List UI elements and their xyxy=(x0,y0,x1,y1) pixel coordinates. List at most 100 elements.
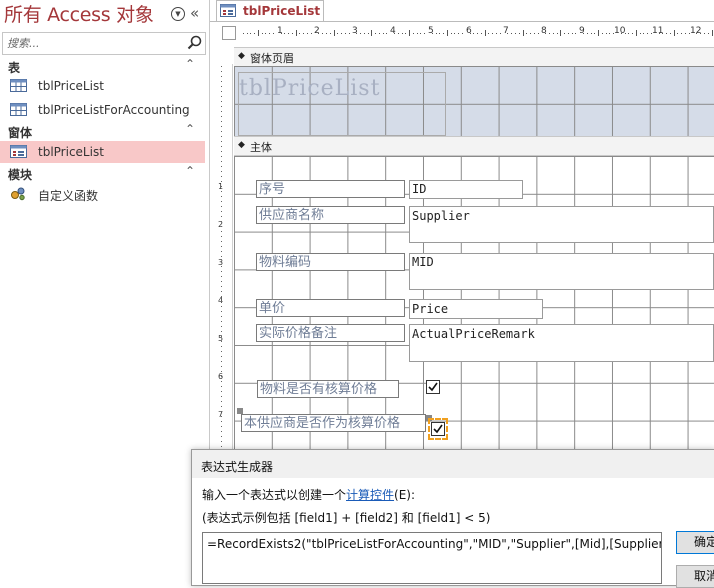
ruler-tick xyxy=(221,321,222,322)
chevron-up-icon[interactable]: ⌃ xyxy=(185,122,195,136)
detail-section-bar[interactable]: ◆ 主体 xyxy=(234,136,714,156)
ruler-tick xyxy=(624,33,626,34)
nav-group-forms[interactable]: 窗体 ⌃ xyxy=(0,122,209,142)
nav-header[interactable]: 所有 Access 对象 ▼ « xyxy=(0,0,209,30)
dialog-titlebar[interactable]: 表达式生成器 xyxy=(192,450,714,478)
calculated-control-link[interactable]: 计算控件 xyxy=(346,488,394,502)
nav-item-label: 自定义函数 xyxy=(38,189,99,203)
ruler-tick xyxy=(221,336,222,337)
field-label-actual-price-remark[interactable]: 实际价格备注 xyxy=(256,324,405,342)
textbox-supplier[interactable]: Supplier xyxy=(409,206,714,243)
ruler-tick xyxy=(221,131,222,132)
cancel-button[interactable]: 取消 xyxy=(676,565,714,588)
ruler-tick xyxy=(221,151,222,152)
ruler-tick xyxy=(221,226,222,227)
ruler-tick xyxy=(221,341,222,342)
nav-item-table[interactable]: tblPriceListForAccounting xyxy=(0,99,205,121)
ruler-tick xyxy=(488,33,490,34)
ruler-tick xyxy=(221,101,222,102)
ruler-tick xyxy=(221,421,222,422)
ruler-tick xyxy=(333,30,335,36)
ruler-number: 4 xyxy=(390,26,396,36)
form-title-label[interactable]: tblPriceList xyxy=(239,76,380,101)
tab-divider xyxy=(210,21,714,22)
ruler-tick xyxy=(221,376,222,377)
ruler-tick xyxy=(458,33,460,34)
ruler-tick xyxy=(375,33,377,34)
ruler-tick xyxy=(382,33,384,34)
ruler-tick xyxy=(221,246,222,247)
section-arrow-icon: ◆ xyxy=(238,51,245,61)
nav-item-label: tblPriceList xyxy=(38,145,104,159)
form-header-section-bar[interactable]: ◆ 窗体页眉 xyxy=(234,47,714,67)
ruler-tick xyxy=(688,33,690,34)
expression-input[interactable]: =RecordExists2("tblPriceListForAccountin… xyxy=(202,532,662,584)
ruler-tick xyxy=(628,33,630,34)
ruler-tick xyxy=(669,33,671,34)
ruler-tick xyxy=(221,171,222,172)
ruler-tick xyxy=(221,136,222,137)
ruler-tick xyxy=(221,116,222,117)
ruler-tick xyxy=(221,261,222,262)
ruler-tick xyxy=(416,33,418,34)
ruler-tick xyxy=(295,30,297,36)
nav-title[interactable]: 所有 Access 对象 xyxy=(4,0,154,27)
form-selector[interactable] xyxy=(222,26,236,40)
field-label-price[interactable]: 单价 xyxy=(256,299,405,317)
ruler-tick xyxy=(221,371,222,372)
ruler-tick xyxy=(273,33,275,34)
ruler-tick xyxy=(221,446,222,447)
field-label-mid[interactable]: 物料编码 xyxy=(256,253,405,271)
ruler-tick xyxy=(303,33,305,34)
document-tab[interactable]: tblPriceList xyxy=(216,0,324,22)
nav-group-tables[interactable]: 表 ⌃ xyxy=(0,57,209,77)
field-label-supplier[interactable]: 供应商名称 xyxy=(256,206,405,224)
form-icon xyxy=(220,4,236,18)
dialog-example-text: (表达式示例包括 [field1] + [field2] 和 [field1] … xyxy=(202,511,491,525)
textbox-id[interactable]: ID xyxy=(409,180,523,199)
ruler-tick xyxy=(514,33,516,34)
chevron-up-icon[interactable]: ⌃ xyxy=(185,164,195,178)
ruler-tick xyxy=(221,271,222,272)
ruler-tick xyxy=(265,33,267,34)
ruler-tick xyxy=(221,141,222,142)
ruler-tick xyxy=(221,436,222,437)
collapse-pane-icon[interactable]: « xyxy=(190,4,199,22)
search-input[interactable] xyxy=(5,34,187,53)
ruler-number: 8 xyxy=(541,26,547,36)
ruler-tick xyxy=(696,33,698,34)
ruler-number: 6 xyxy=(466,26,472,36)
field-label-has-accounting-price[interactable]: 物料是否有核算价格 xyxy=(257,380,399,398)
checkbox-has-accounting-price[interactable] xyxy=(426,380,440,394)
textbox-actual-price-remark[interactable]: ActualPriceRemark xyxy=(409,324,714,362)
checkbox-supplier-as-accounting[interactable] xyxy=(431,422,445,436)
nav-item-form[interactable]: tblPriceList xyxy=(0,141,205,163)
ruler-tick xyxy=(221,396,222,397)
ruler-tick xyxy=(221,176,222,177)
ruler-tick xyxy=(526,33,528,34)
section-arrow-icon: ◆ xyxy=(238,140,245,150)
ruler-tick xyxy=(439,33,441,34)
ruler-tick xyxy=(221,256,222,257)
textbox-mid[interactable]: MID xyxy=(409,253,714,290)
ruler-tick xyxy=(221,111,222,112)
nav-item-table[interactable]: tblPriceList xyxy=(0,75,205,97)
ok-button[interactable]: 确定 xyxy=(676,531,714,554)
horizontal-ruler[interactable]: 1 2 3 4 5 6 7 8 9 10 11 12 xyxy=(238,26,714,42)
nav-item-module[interactable]: 自定义函数 xyxy=(0,183,205,205)
ruler-tick xyxy=(242,33,244,34)
chevron-down-icon[interactable]: ▼ xyxy=(171,7,185,21)
ruler-tick xyxy=(639,33,641,34)
field-label-supplier-as-accounting[interactable]: 本供应商是否作为核算价格 xyxy=(241,414,426,432)
field-label-id[interactable]: 序号 xyxy=(256,180,405,198)
ruler-tick xyxy=(507,33,509,34)
ruler-number: 3 xyxy=(352,26,358,36)
ruler-tick xyxy=(221,406,222,407)
nav-group-modules[interactable]: 模块 ⌃ xyxy=(0,164,209,184)
ruler-tick xyxy=(221,386,222,387)
search-icon[interactable] xyxy=(186,34,204,52)
ruler-tick xyxy=(221,251,222,252)
chevron-up-icon[interactable]: ⌃ xyxy=(185,57,195,71)
textbox-price[interactable]: Price xyxy=(409,299,543,319)
section-label: 窗体页眉 xyxy=(250,52,294,65)
